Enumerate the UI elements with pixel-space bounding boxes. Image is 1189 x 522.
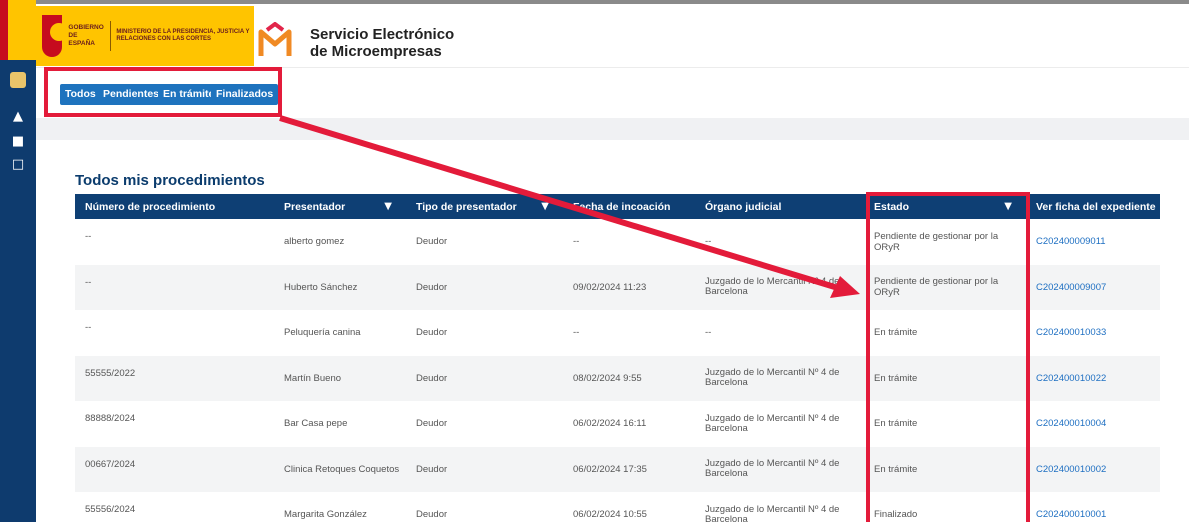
annotation-arrow bbox=[279, 115, 860, 298]
